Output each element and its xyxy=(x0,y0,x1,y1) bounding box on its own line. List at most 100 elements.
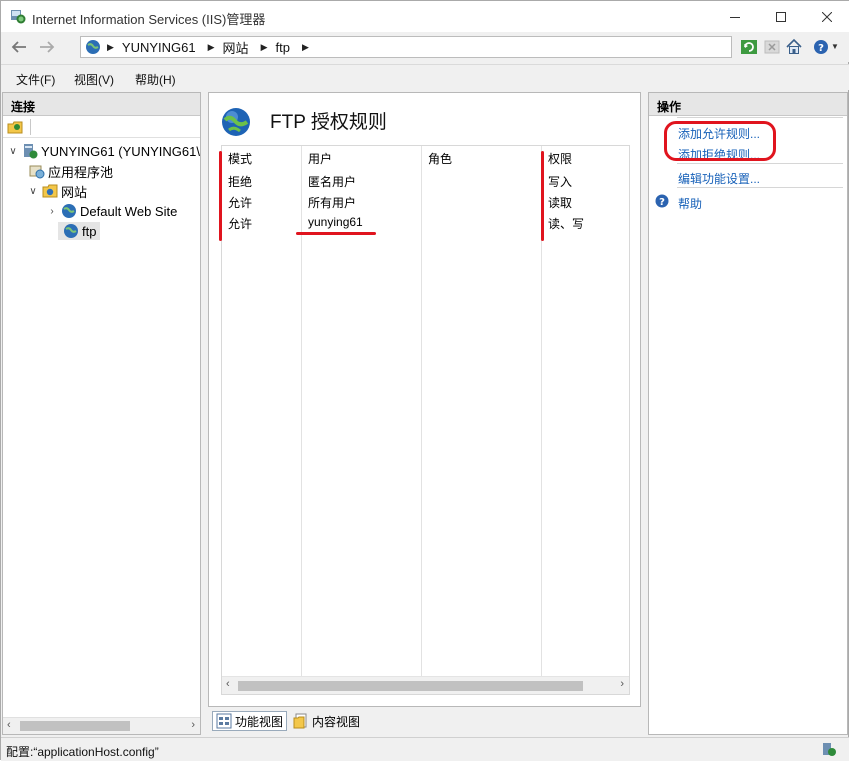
chevron-down-icon[interactable]: ▼ xyxy=(831,42,839,51)
collapse-icon[interactable]: ∨ xyxy=(7,146,19,157)
tree-label-app-pools: 应用程序池 xyxy=(48,164,114,180)
title-bar: Internet Information Services (IIS)管理器 xyxy=(1,1,849,32)
minimize-icon xyxy=(730,16,740,18)
website-globe-icon xyxy=(62,204,76,218)
help-dropdown-icon[interactable]: ? xyxy=(813,38,831,56)
home-icon[interactable] xyxy=(785,38,803,56)
scroll-right-icon[interactable]: › xyxy=(191,719,195,731)
back-arrow-icon xyxy=(11,41,26,53)
column-header-role[interactable]: 角色 xyxy=(422,146,452,168)
forward-button[interactable] xyxy=(36,36,58,58)
tree-label-server: YUNYING61 (YUNYING61\ xyxy=(41,143,200,159)
connections-horizontal-scrollbar[interactable]: ‹ › xyxy=(3,717,200,734)
iis-app-icon xyxy=(11,10,26,24)
help-icon: ? xyxy=(655,194,669,208)
app-pool-icon xyxy=(29,165,45,179)
sites-folder-icon xyxy=(42,184,58,198)
svg-text:?: ? xyxy=(818,43,824,54)
breadcrumb-separator-icon: ▶ xyxy=(260,41,268,52)
status-server-icon xyxy=(823,743,836,756)
cell-mode: 允许 xyxy=(228,196,253,210)
tree-node-sites[interactable]: ∨ 网站 xyxy=(27,181,87,201)
maximize-button[interactable] xyxy=(758,1,804,32)
tree-selection: ftp xyxy=(58,222,101,240)
tree-node-ftp[interactable]: ftp xyxy=(58,221,101,241)
actions-divider xyxy=(677,187,843,188)
cell-user: yunying61 xyxy=(308,215,363,229)
tab-features-view[interactable]: 功能视图 xyxy=(212,711,288,731)
menu-file[interactable]: 文件(F) xyxy=(16,71,55,88)
actions-divider xyxy=(677,117,843,118)
actions-divider xyxy=(677,163,843,164)
tree-label-default-site: Default Web Site xyxy=(80,203,178,219)
breadcrumb-ftp[interactable]: ftp xyxy=(275,40,289,55)
status-text: 配置:“applicationHost.config” xyxy=(6,745,159,759)
cell-mode: 允许 xyxy=(228,217,253,231)
window-title: Internet Information Services (IIS)管理器 xyxy=(32,12,266,27)
feature-panel: FTP 授权规则 模式 用户 角色 权限 拒绝 匿名用户 写入 允许 所有用户 … xyxy=(208,92,641,707)
menu-help[interactable]: 帮助(H) xyxy=(135,71,176,88)
close-button[interactable] xyxy=(804,1,849,32)
rules-grid: 模式 用户 角色 权限 拒绝 匿名用户 写入 允许 所有用户 读取 允许 yun… xyxy=(221,145,630,695)
maximize-icon xyxy=(776,11,786,22)
svg-text:?: ? xyxy=(659,197,665,208)
ftp-site-globe-icon xyxy=(64,224,78,238)
connections-heading: 连接 xyxy=(3,93,200,116)
connections-toolbar xyxy=(3,116,200,138)
annotation-mark xyxy=(296,232,376,235)
breadcrumb-separator-icon: ▶ xyxy=(207,41,215,52)
actions-heading: 操作 xyxy=(649,93,847,116)
tab-content-view-label: 内容视图 xyxy=(312,714,361,729)
breadcrumb-separator-icon: ▶ xyxy=(301,41,309,52)
toolbar-divider xyxy=(30,119,31,135)
back-button[interactable] xyxy=(8,36,30,58)
column-header-mode[interactable]: 模式 xyxy=(222,146,252,168)
expand-icon[interactable]: › xyxy=(46,206,58,217)
scroll-thumb[interactable] xyxy=(238,681,583,691)
breadcrumb-server[interactable]: YUNYING61 xyxy=(122,40,196,55)
help-link[interactable]: 帮助 xyxy=(678,195,702,212)
column-divider xyxy=(421,146,422,676)
iis-manager-window: Internet Information Services (IIS)管理器 ▶… xyxy=(0,0,849,761)
rules-horizontal-scrollbar[interactable]: ‹ › xyxy=(222,676,629,694)
close-icon xyxy=(822,11,832,22)
tab-features-view-label: 功能视图 xyxy=(235,714,284,729)
scroll-right-icon[interactable]: › xyxy=(620,678,624,690)
collapse-icon[interactable]: ∨ xyxy=(27,186,39,197)
scroll-left-icon[interactable]: ‹ xyxy=(7,719,11,731)
tree-node-server[interactable]: ∨ YUNYING61 (YUNYING61\ xyxy=(7,141,200,161)
scroll-left-icon[interactable]: ‹ xyxy=(226,678,230,690)
tab-content-view[interactable]: 内容视图 xyxy=(290,711,363,731)
breadcrumb-sites[interactable]: 网站 xyxy=(223,38,249,57)
new-connection-icon[interactable] xyxy=(7,119,23,135)
server-icon xyxy=(24,144,38,159)
cell-mode: 拒绝 xyxy=(228,175,253,189)
connections-panel: 连接 ∨ YUNYING61 (YUNYING61\ 应用程序池 ∨ 网站 › … xyxy=(2,92,201,735)
annotation-mark xyxy=(219,151,222,241)
minimize-button[interactable] xyxy=(712,1,758,32)
navigation-bar: ▶ YUNYING61 ▶ 网站 ▶ ftp ▶ ? ▼ xyxy=(1,32,849,62)
tree-node-default-site[interactable]: › Default Web Site xyxy=(46,201,177,221)
breadcrumb-separator-icon: ▶ xyxy=(107,41,114,52)
column-header-permission[interactable]: 权限 xyxy=(542,146,572,168)
menu-view[interactable]: 视图(V) xyxy=(74,71,114,88)
cell-permission: 读、写 xyxy=(548,217,585,231)
scroll-thumb[interactable] xyxy=(20,721,130,731)
features-view-icon xyxy=(216,713,232,729)
stop-icon[interactable] xyxy=(763,38,781,56)
cell-user: 匿名用户 xyxy=(308,175,357,189)
edit-feature-settings-link[interactable]: 编辑功能设置... xyxy=(678,170,760,187)
feature-title: FTP 授权规则 xyxy=(270,112,387,133)
refresh-icon[interactable] xyxy=(740,38,758,56)
column-header-user[interactable]: 用户 xyxy=(302,146,332,168)
actions-panel: 操作 添加允许规则... 添加拒绝规则... 编辑功能设置... ? 帮助 xyxy=(648,92,848,735)
address-bar[interactable]: ▶ YUNYING61 ▶ 网站 ▶ ftp ▶ xyxy=(80,36,732,58)
annotation-mark xyxy=(541,151,544,241)
annotation-mark xyxy=(664,121,776,161)
forward-arrow-icon xyxy=(40,41,55,53)
tree-node-app-pools[interactable]: 应用程序池 xyxy=(26,161,113,181)
view-tabs: 功能视图 内容视图 xyxy=(208,709,641,733)
server-globe-icon xyxy=(86,40,100,54)
menu-bar: 文件(F) 视图(V) 帮助(H) xyxy=(1,64,849,90)
content-view-icon xyxy=(293,713,307,729)
